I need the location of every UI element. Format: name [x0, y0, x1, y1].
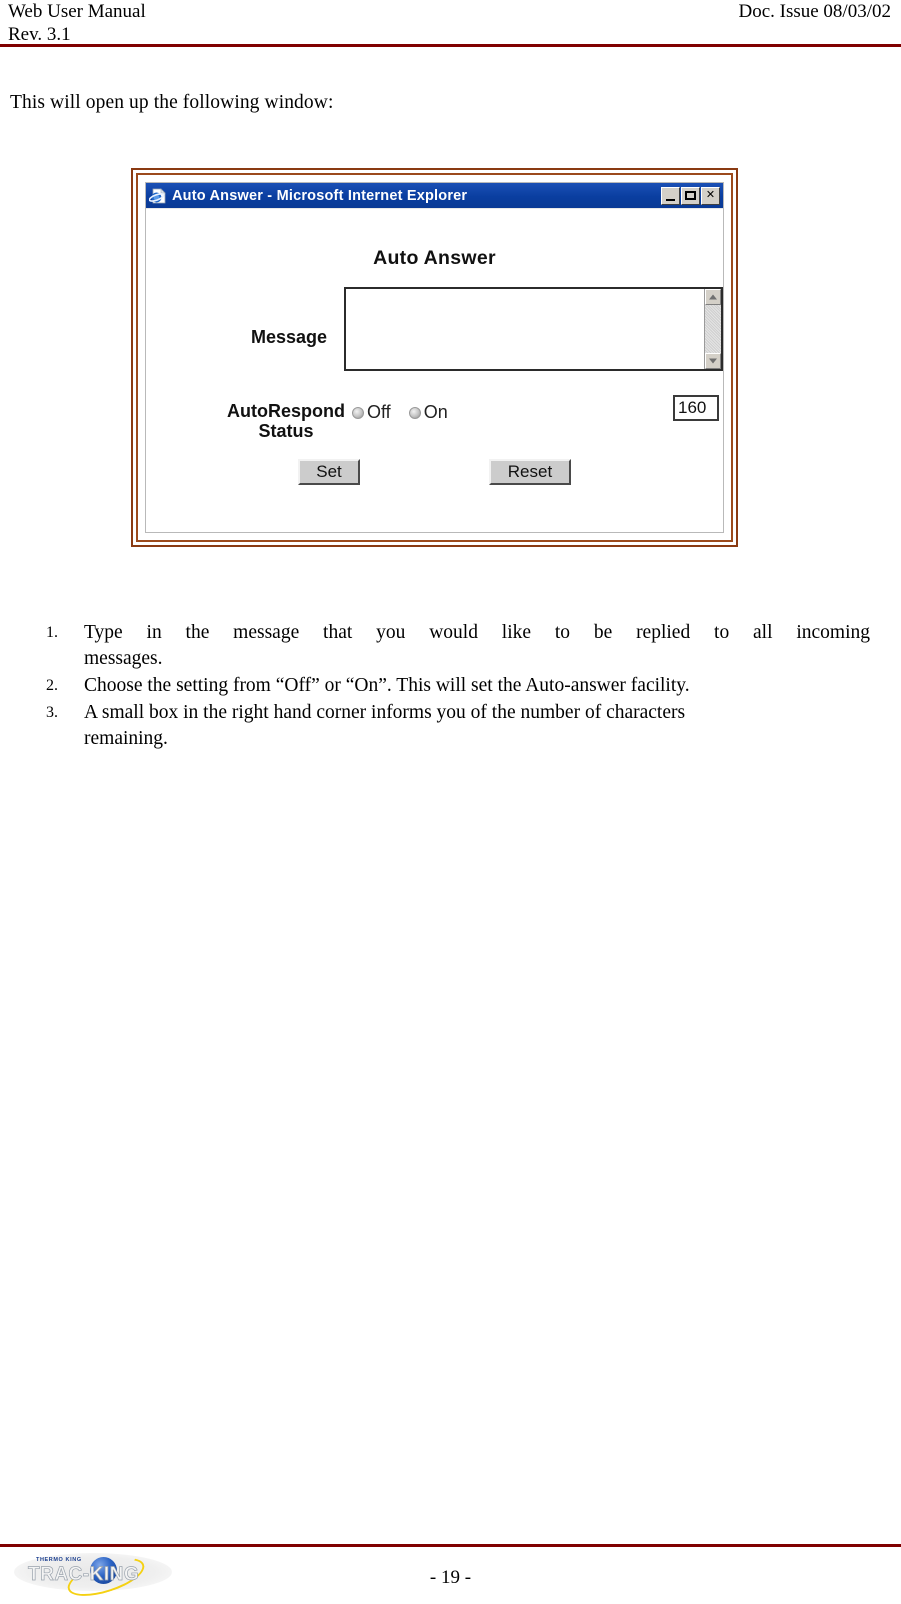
logo-thermo-king-text: THERMO KING: [36, 1557, 82, 1563]
list-item-number: 3.: [46, 704, 58, 721]
radio-on-button[interactable]: [408, 406, 421, 419]
autorespond-status-label-line2: Status: [258, 421, 314, 441]
maximize-button[interactable]: [681, 186, 700, 205]
set-button[interactable]: Set: [298, 459, 360, 485]
internet-explorer-window: Auto Answer - Microsoft Internet Explore…: [145, 182, 724, 533]
message-scrollbar[interactable]: [704, 289, 721, 369]
list-item-number: 1.: [46, 624, 58, 641]
window-titlebar: Auto Answer - Microsoft Internet Explore…: [146, 183, 723, 208]
message-textarea-wrapper[interactable]: [344, 287, 723, 371]
internet-explorer-icon: [148, 187, 167, 205]
maximize-icon: [685, 190, 696, 200]
radio-on-label: On: [423, 402, 448, 422]
chevron-down-icon: [709, 358, 717, 364]
message-textarea[interactable]: [346, 289, 704, 369]
scroll-down-button[interactable]: [705, 353, 721, 369]
list-item-text-line1: A small box in the right hand corner inf…: [84, 702, 686, 723]
minimize-icon: [666, 198, 675, 201]
list-item-number: 2.: [46, 677, 58, 694]
list-item: 2. Choose the setting from “Off” or “On”…: [40, 673, 870, 699]
page-footer: THERMO KING TRAC-KING - 19 -: [0, 1547, 901, 1604]
characters-remaining-field[interactable]: 160: [673, 395, 719, 421]
header-doc-title: Web User Manual: [8, 1, 146, 22]
header-revision: Rev. 3.1: [8, 24, 71, 45]
radio-off-button[interactable]: [352, 406, 364, 419]
figure-inner-frame: Auto Answer - Microsoft Internet Explore…: [136, 173, 733, 542]
list-item: 3. A small box in the right hand corner …: [40, 700, 870, 752]
list-item-text-line1: Type in the message that you would like …: [84, 622, 870, 643]
auto-answer-window-figure: Auto Answer - Microsoft Internet Explore…: [131, 168, 738, 547]
figure-outer-frame: Auto Answer - Microsoft Internet Explore…: [131, 168, 738, 547]
list-item-text-line2: remaining.: [84, 728, 168, 749]
reset-button[interactable]: Reset: [489, 459, 571, 485]
autorespond-radio-group: Off On: [352, 402, 448, 423]
instruction-list: 1. Type in the message that you would li…: [40, 620, 870, 753]
close-button[interactable]: ✕: [701, 186, 720, 205]
close-icon: ✕: [705, 189, 716, 201]
form-heading: Auto Answer: [373, 247, 496, 269]
minimize-button[interactable]: [661, 186, 680, 205]
autorespond-status-label-line1: AutoRespond: [227, 401, 345, 421]
list-item-text-line1: Choose the setting from “Off” or “On”. T…: [84, 675, 690, 696]
list-item: 1. Type in the message that you would li…: [40, 620, 870, 672]
header-left-block: Web User Manual Rev. 3.1: [8, 0, 146, 46]
page-header: Web User Manual Rev. 3.1 Doc. Issue 08/0…: [0, 0, 901, 47]
intro-paragraph: This will open up the following window:: [10, 92, 334, 113]
header-doc-issue: Doc. Issue 08/03/02: [738, 1, 891, 22]
scroll-up-button[interactable]: [705, 289, 721, 305]
window-client-area: Auto Answer Message AutoRespond Status O…: [146, 208, 723, 532]
chevron-up-icon: [709, 294, 717, 300]
header-divider-rule: [0, 44, 901, 47]
window-control-buttons: ✕: [661, 186, 721, 205]
window-title-text: Auto Answer - Microsoft Internet Explore…: [172, 187, 468, 204]
page-number: - 19 -: [429, 1567, 472, 1588]
radio-off-label: Off: [367, 402, 391, 422]
list-item-text-line2: messages.: [84, 648, 163, 669]
